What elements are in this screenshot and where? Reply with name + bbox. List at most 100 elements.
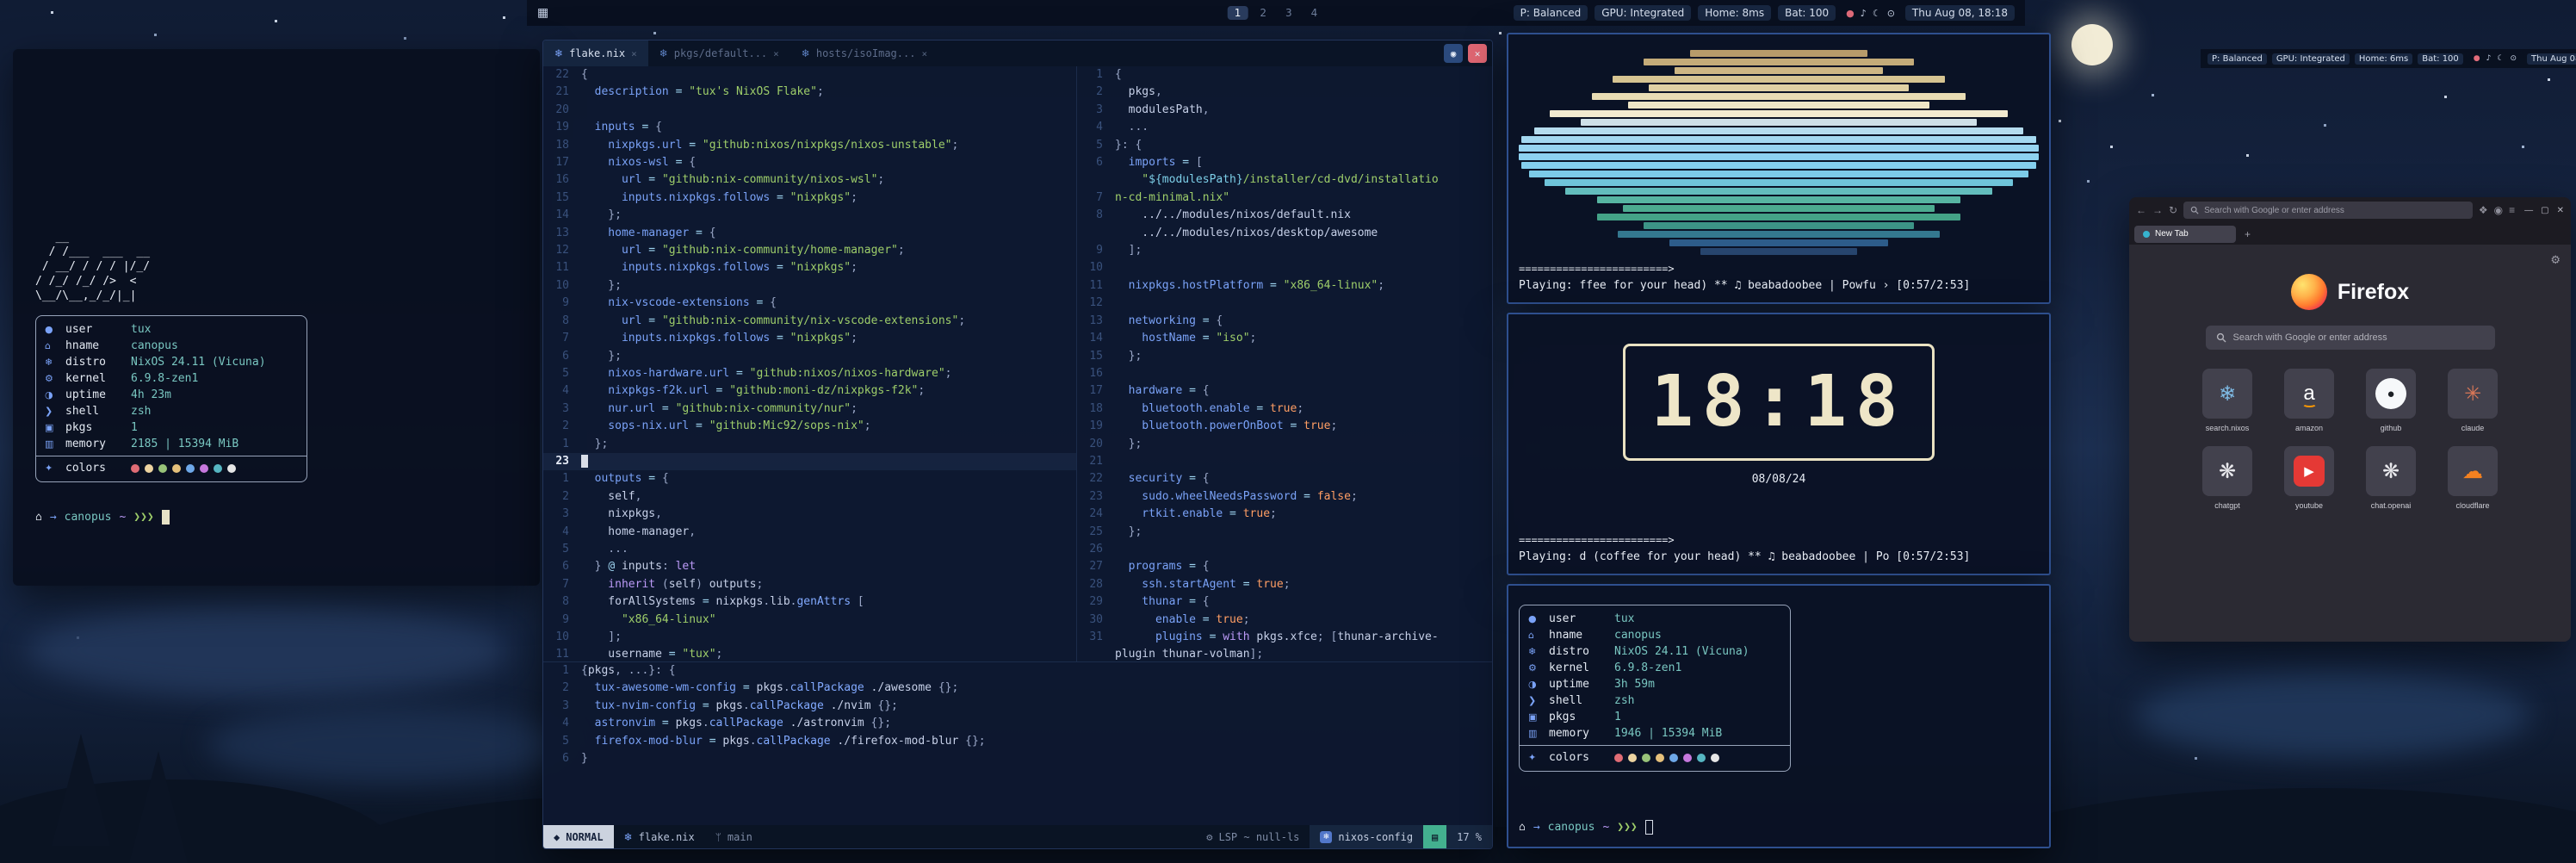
power-icon[interactable]: ⊙ [2510, 54, 2517, 63]
tab-close-icon[interactable]: × [921, 48, 927, 59]
extensions-icon[interactable]: ❖ [2479, 204, 2488, 216]
separator-line: ========================> [1519, 532, 2039, 549]
firefox-window[interactable]: ← → ↻ Search with Google or enter addres… [2129, 197, 2571, 642]
fetch-label: pkgs [65, 419, 131, 436]
workspace-button-1[interactable]: 1 [1228, 6, 1248, 20]
shortcut-label: search.nixos [2190, 424, 2265, 432]
shell-prompt[interactable]: ⌂ → canopus ~ ❯❯❯ [35, 510, 517, 525]
buffer-pkgs-default[interactable]: 1{pkgs, ...}: {2 tux-awesome-wm-config =… [543, 661, 1492, 825]
new-tab-button[interactable]: + [2241, 228, 2254, 240]
fetch-row: ▥memory1946 | 15394 MiB [1528, 725, 1781, 742]
tab-flake-nix[interactable]: ❄ flake.nix × [543, 40, 648, 66]
bar1-module-1[interactable]: GPU: Integrated [1595, 5, 1691, 21]
line-number: 6 [543, 750, 581, 767]
code-line: 10 [1077, 259, 1492, 276]
eye-icon[interactable]: ◉ [1444, 44, 1463, 63]
music-icon[interactable]: ♪ [1861, 8, 1867, 19]
workspace-button-4[interactable]: 4 [1304, 6, 1325, 20]
menu-icon[interactable]: ≡ [2509, 204, 2515, 216]
forward-icon[interactable]: → [2152, 204, 2163, 216]
search-placeholder: Search with Google or enter address [2233, 332, 2387, 343]
workspace-button-3[interactable]: 3 [1279, 6, 1299, 20]
tab-new-tab[interactable]: New Tab [2134, 226, 2236, 243]
close-icon[interactable]: ✕ [1468, 44, 1487, 63]
code-text: } @ inputs: let [581, 558, 696, 575]
claude-icon: ✳ [2448, 369, 2498, 419]
shortcut-tile-cloudflare[interactable]: ☁cloudflare [2436, 446, 2511, 510]
tab-pkgs-default[interactable]: ❄ pkgs/default... × [648, 40, 790, 66]
tab-hosts-isoimage[interactable]: ❄ hosts/isoImag... × [790, 40, 938, 66]
buffer-flake-nix[interactable]: 22{21 description = "tux's NixOS Flake";… [543, 66, 1077, 661]
line-number: 12 [543, 242, 581, 259]
bar1-module-2[interactable]: Home: 8ms [1698, 5, 1771, 21]
terminal-window[interactable]: __ / /___ ___ __ / __/ / / / |/_// /_/ /… [13, 49, 540, 586]
line-number: 5 [1077, 137, 1115, 154]
code-text: nixos-wsl = { [581, 154, 696, 171]
bar1-module-3[interactable]: Bat: 100 [1778, 5, 1836, 21]
fetch-label: memory [1549, 725, 1614, 742]
bar2-module-2[interactable]: Home: 6ms [2355, 53, 2412, 65]
shortcut-tile-youtube[interactable]: ▶youtube [2272, 446, 2347, 510]
buffer-iso-image[interactable]: 1{2 pkgs,3 modulesPath,4 ...5}: {6 impor… [1077, 66, 1492, 661]
shortcut-tile-chat.openai[interactable]: ❋chat.openai [2354, 446, 2429, 510]
night-light-icon[interactable]: ☾ [2497, 54, 2504, 63]
code-line: 1 outputs = { [543, 470, 1076, 487]
back-icon[interactable]: ← [2136, 204, 2146, 216]
power-icon[interactable]: ⊙ [1887, 8, 1895, 19]
shortcut-tile-github[interactable]: ●github [2354, 369, 2429, 432]
shortcut-tile-claude[interactable]: ✳claude [2436, 369, 2511, 432]
record-icon[interactable]: ● [1846, 8, 1855, 19]
moon [2071, 24, 2113, 65]
prompt-path: ~ [1602, 821, 1609, 834]
bar-modules: P: Balanced GPU: Integrated Home: 6ms Bat: … [2208, 53, 2463, 65]
shell-prompt[interactable]: ⌂ → canopus ~ ❯❯❯ [1519, 820, 2039, 835]
music-icon[interactable]: ♪ [2486, 54, 2492, 63]
workspace-button-2[interactable]: 2 [1253, 6, 1273, 20]
bar2-module-1[interactable]: GPU: Integrated [2272, 53, 2350, 65]
search-icon [2190, 206, 2199, 214]
maximize-button[interactable]: ▢ [2541, 206, 2548, 215]
workspace-switcher[interactable]: 1234 [1228, 0, 1325, 26]
code-line: 6 imports = [ [1077, 154, 1492, 171]
account-icon[interactable]: ◉ [2494, 204, 2503, 216]
newtab-search-bar[interactable]: Search with Google or enter address [2206, 326, 2495, 350]
bar2-module-0[interactable]: P: Balanced [2208, 53, 2267, 65]
code-text: ../../modules/nixos/desktop/awesome [1115, 225, 1378, 242]
viz-bar [1690, 50, 1867, 57]
viz-bar [1597, 196, 1961, 203]
shortcut-tile-search.nixos[interactable]: ❄search.nixos [2190, 369, 2265, 432]
shortcut-tile-amazon[interactable]: aamazon [2272, 369, 2347, 432]
clock-widget[interactable]: Thu Aug 08, 18:18 [1905, 5, 2015, 21]
fetch-info-box: ●usertux⌂hnamecanopus❄distroNixOS 24.11 … [1519, 605, 1791, 772]
close-button[interactable]: ✕ [2557, 206, 2564, 215]
code-text: inputs.nixpkgs.follows = "nixpkgs"; [581, 189, 858, 207]
fetch-value: canopus [131, 338, 178, 354]
launcher-icon[interactable]: ▦ [537, 6, 548, 20]
line-number: 14 [1077, 330, 1115, 347]
home-icon: ⌂ [35, 511, 42, 524]
code-text: }; [1115, 524, 1142, 541]
tab-close-icon[interactable]: × [631, 48, 637, 59]
url-bar[interactable]: Search with Google or enter address [2183, 202, 2473, 219]
shortcut-label: youtube [2272, 501, 2347, 510]
shortcut-tile-chatgpt[interactable]: ❋chatgpt [2190, 446, 2265, 510]
bar2-module-3[interactable]: Bat: 100 [2418, 53, 2463, 65]
line-number: 20 [1077, 436, 1115, 453]
code-line: 18 bluetooth.enable = true; [1077, 400, 1492, 418]
cloud [2135, 672, 2531, 758]
record-icon[interactable]: ● [2474, 54, 2480, 63]
minimize-button[interactable]: — [2524, 206, 2533, 215]
bar1-module-0[interactable]: P: Balanced [1514, 5, 1588, 21]
fetch-value: 1946 | 15394 MiB [1614, 725, 1722, 742]
line-number: 23 [1077, 488, 1115, 506]
neovim-window[interactable]: ❄ flake.nix × ❄ pkgs/default... × ❄ host… [542, 40, 1493, 849]
reload-icon[interactable]: ↻ [2169, 204, 2177, 216]
night-light-icon[interactable]: ☾ [1873, 8, 1881, 19]
code-line: 19 inputs = { [543, 119, 1076, 136]
clock-widget[interactable]: Thu Aug 08, 18:18 [2527, 53, 2576, 65]
tab-close-icon[interactable]: × [773, 48, 779, 59]
code-line: 30 enable = true; [1077, 612, 1492, 629]
shortcut-label: amazon [2272, 424, 2347, 432]
code-text: forAllSystems = nixpkgs.lib.genAttrs [ [581, 593, 864, 611]
gear-icon[interactable]: ⚙ [2550, 253, 2561, 267]
